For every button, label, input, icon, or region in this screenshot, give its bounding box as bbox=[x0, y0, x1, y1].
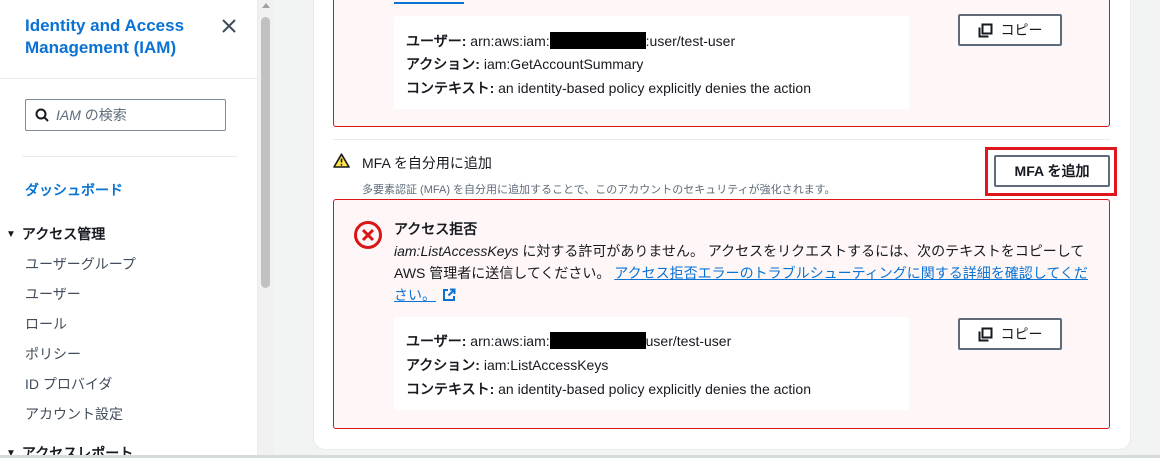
scrollbar-thumb[interactable] bbox=[261, 17, 270, 288]
sidebar-item-dashboard[interactable]: ダッシュボード bbox=[25, 180, 123, 200]
section-label: アクセス管理 bbox=[21, 226, 106, 242]
user-line: ユーザー: arn:aws:iam::user/test-user bbox=[406, 32, 736, 49]
sidebar: Identity and Access Management (IAM) IAM… bbox=[0, 0, 258, 458]
sidebar-item-users[interactable]: ユーザー bbox=[25, 284, 81, 304]
action-line: アクション: iam:GetAccountSummary bbox=[406, 56, 644, 72]
redacted-account-id bbox=[549, 32, 646, 49]
mfa-description: 多要素認証 (MFA) を自分用に追加することで、このアカウントのセキュリティが… bbox=[362, 184, 836, 196]
copy-icon bbox=[978, 327, 992, 341]
copy-button[interactable]: コピー bbox=[958, 318, 1062, 350]
copy-button-label: コピー bbox=[1000, 326, 1043, 342]
error-detail-box-1: ユーザー: arn:aws:iam::user/test-user アクション:… bbox=[394, 16, 909, 109]
sidebar-item-account-settings[interactable]: アカウント設定 bbox=[25, 404, 123, 424]
sidebar-title[interactable]: Identity and Access Management (IAM) bbox=[25, 15, 215, 59]
link-stub[interactable] bbox=[394, 0, 464, 4]
sidebar-item-identity-providers[interactable]: ID プロバイダ bbox=[25, 374, 112, 394]
access-denied-message: iam:ListAccessKeys に対する許可がありません。 アクセスをリク… bbox=[394, 243, 1088, 303]
section-divider bbox=[333, 139, 1110, 140]
sidebar-section-access-management[interactable]: ▼ アクセス管理 bbox=[6, 224, 105, 244]
warning-icon bbox=[333, 153, 350, 168]
context-line: コンテキスト: an identity-based policy explici… bbox=[406, 80, 811, 96]
action-line: アクション: iam:ListAccessKeys bbox=[406, 357, 609, 373]
caret-down-icon: ▼ bbox=[6, 228, 16, 240]
external-link-icon[interactable] bbox=[442, 288, 456, 302]
redacted-account-id bbox=[549, 332, 646, 349]
sidebar-item-policies[interactable]: ポリシー bbox=[25, 344, 81, 364]
scroll-up-arrow-icon[interactable] bbox=[262, 3, 270, 8]
scrollbar[interactable] bbox=[258, 0, 274, 458]
sidebar-item-roles[interactable]: ロール bbox=[25, 314, 67, 334]
search-input[interactable]: IAM の検索 bbox=[25, 99, 226, 131]
error-icon bbox=[354, 221, 382, 249]
copy-button-label: コピー bbox=[1000, 22, 1043, 38]
copy-button[interactable]: コピー bbox=[958, 14, 1062, 46]
error-detail-box-2: ユーザー: arn:aws:iam: user/test-user アクション: … bbox=[394, 317, 909, 410]
sidebar-divider bbox=[22, 156, 237, 157]
sidebar-divider bbox=[0, 78, 257, 79]
user-line: ユーザー: arn:aws:iam: user/test-user bbox=[406, 332, 732, 349]
search-placeholder: IAM の検索 bbox=[56, 107, 127, 123]
access-denied-title: アクセス拒否 bbox=[394, 221, 478, 237]
copy-icon bbox=[978, 23, 992, 37]
sidebar-item-user-groups[interactable]: ユーザーグループ bbox=[25, 254, 136, 274]
search-icon bbox=[35, 108, 49, 122]
add-mfa-button[interactable]: MFA を追加 bbox=[994, 155, 1110, 187]
context-line: コンテキスト: an identity-based policy explici… bbox=[406, 381, 811, 397]
mfa-title: MFA を自分用に追加 bbox=[362, 155, 492, 171]
close-icon[interactable] bbox=[219, 16, 239, 36]
